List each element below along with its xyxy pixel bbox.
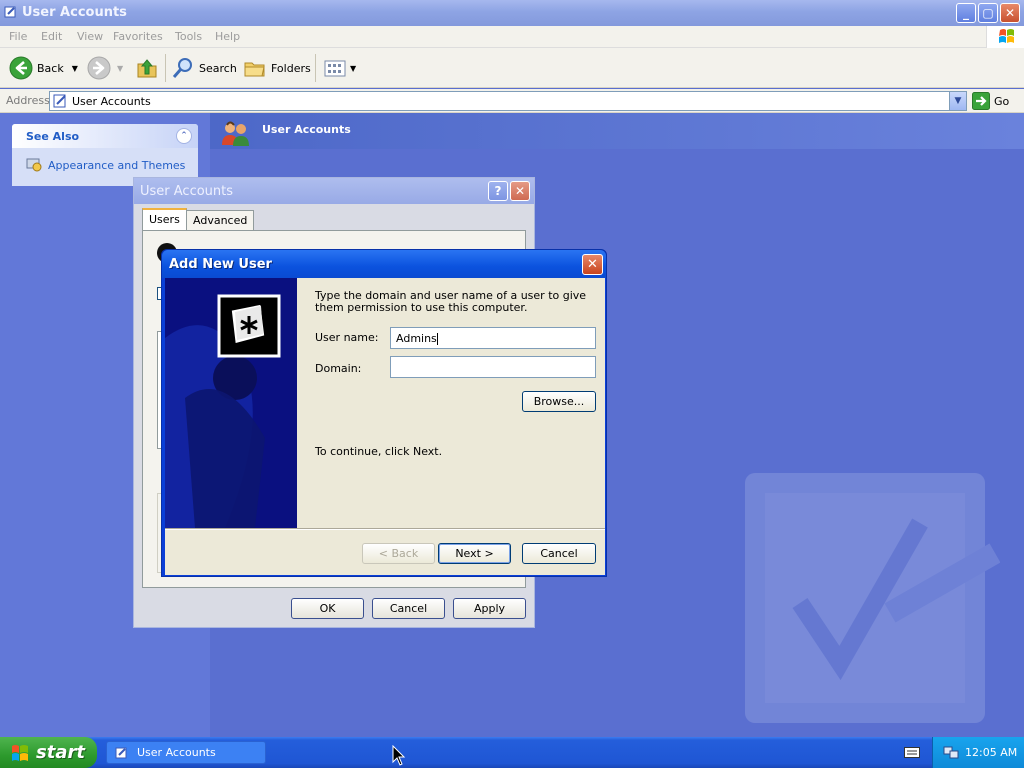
next-button[interactable]: Next > xyxy=(438,543,511,564)
windows-logo-icon xyxy=(986,26,1024,48)
search-button[interactable]: Search xyxy=(171,56,237,80)
back-button[interactable]: Back ▼ xyxy=(9,56,78,80)
wizard-banner-image xyxy=(165,278,297,528)
folders-icon xyxy=(244,62,265,77)
clock: 12:05 AM xyxy=(965,746,1018,759)
collapse-chevron-icon[interactable]: ⌃ xyxy=(176,128,192,144)
menu-bar: File Edit View Favorites Tools Help xyxy=(0,26,1024,48)
go-arrow-icon xyxy=(972,92,990,110)
users-icon xyxy=(222,121,249,146)
user-name-input[interactable]: Admins xyxy=(390,327,596,349)
address-value: User Accounts xyxy=(72,95,151,108)
tab-users[interactable]: Users xyxy=(142,208,187,230)
appearance-themes-icon xyxy=(26,158,42,172)
ok-button[interactable]: OK xyxy=(291,598,364,619)
views-dropdown-icon: ▼ xyxy=(350,63,357,73)
search-icon xyxy=(172,58,192,78)
menu-favorites[interactable]: Favorites xyxy=(113,30,163,43)
menu-file[interactable]: File xyxy=(9,30,27,43)
add-new-user-titlebar[interactable]: Add New User ✕ xyxy=(162,250,606,278)
user-accounts-icon xyxy=(115,747,127,758)
domain-input[interactable] xyxy=(390,356,596,378)
window-title: User Accounts xyxy=(22,5,127,20)
user-accounts-dialog-title: User Accounts xyxy=(140,184,234,199)
cancel-button[interactable]: Cancel xyxy=(372,598,445,619)
user-accounts-icon xyxy=(4,6,16,18)
address-bar: Address User Accounts ▼ Go xyxy=(0,89,1024,113)
start-label: start xyxy=(36,742,85,763)
folders-label: Folders xyxy=(271,61,311,75)
back-arrow-icon xyxy=(9,56,33,80)
user-accounts-watermark-icon xyxy=(745,473,1000,723)
domain-label: Domain: xyxy=(315,362,362,375)
toolbar: Back ▼ ▼ Search Folders ▼ xyxy=(0,48,1024,88)
user-accounts-close-button[interactable]: ✕ xyxy=(510,181,530,201)
forward-arrow-icon xyxy=(87,56,111,80)
user-name-label: User name: xyxy=(315,331,379,344)
forward-dropdown-icon[interactable]: ▼ xyxy=(117,64,123,73)
keyboard-icon[interactable] xyxy=(904,746,920,759)
start-button[interactable]: start xyxy=(0,737,97,768)
text-caret xyxy=(436,333,438,345)
add-new-user-close-button[interactable]: ✕ xyxy=(582,254,603,275)
cancel-button[interactable]: Cancel xyxy=(522,543,596,564)
views-icon xyxy=(324,60,346,77)
mouse-cursor-icon xyxy=(392,745,406,766)
menu-tools[interactable]: Tools xyxy=(175,30,202,43)
add-new-user-title: Add New User xyxy=(169,257,272,272)
continue-text: To continue, click Next. xyxy=(315,445,443,458)
see-also-header[interactable]: See Also ⌃ xyxy=(12,124,198,148)
add-new-user-body: Type the domain and user name of a user … xyxy=(165,278,605,575)
browse-button[interactable]: Browse... xyxy=(522,391,596,412)
user-accounts-icon xyxy=(53,94,66,108)
footer-divider xyxy=(165,528,605,530)
taskbar: start User Accounts 12:05 AM xyxy=(0,737,1024,768)
appearance-themes-link[interactable]: Appearance and Themes xyxy=(48,159,185,172)
see-also-title: See Also xyxy=(26,130,80,143)
up-folder-icon xyxy=(137,59,157,78)
add-new-user-dialog: Add New User ✕ Type the domain and user … xyxy=(161,249,607,577)
help-button[interactable]: ? xyxy=(488,181,508,201)
menu-help[interactable]: Help xyxy=(215,30,240,43)
page-title: User Accounts xyxy=(262,123,351,136)
network-icon[interactable] xyxy=(943,744,959,760)
toolbar-separator xyxy=(165,54,166,82)
user-accounts-dialog-titlebar[interactable]: User Accounts ? ✕ xyxy=(134,178,534,204)
folders-button[interactable]: Folders xyxy=(243,56,311,80)
maximize-button[interactable]: ▢ xyxy=(978,3,998,23)
menu-edit[interactable]: Edit xyxy=(41,30,62,43)
system-tray: 12:05 AM xyxy=(932,737,1024,768)
back-label: Back xyxy=(37,61,64,75)
window-titlebar: User Accounts _ ▢ ✕ xyxy=(0,0,1024,26)
close-button[interactable]: ✕ xyxy=(1000,3,1020,23)
taskbar-item-label: User Accounts xyxy=(137,746,216,759)
go-button[interactable]: Go xyxy=(972,92,1009,110)
back-button[interactable]: < Back xyxy=(362,543,435,564)
forward-button[interactable]: ▼ xyxy=(87,56,123,80)
windows-flag-icon xyxy=(12,744,28,761)
address-dropdown-icon[interactable]: ▼ xyxy=(949,92,966,110)
address-input[interactable]: User Accounts ▼ xyxy=(49,91,967,111)
instructions-text: Type the domain and user name of a user … xyxy=(315,289,587,314)
tab-advanced[interactable]: Advanced xyxy=(186,210,255,230)
user-name-value: Admins xyxy=(396,332,437,345)
taskbar-item-user-accounts[interactable]: User Accounts xyxy=(106,741,266,764)
page-header: User Accounts xyxy=(210,113,1024,149)
apply-button[interactable]: Apply xyxy=(453,598,526,619)
up-folder-button[interactable] xyxy=(135,56,159,80)
menu-view[interactable]: View xyxy=(77,30,103,43)
back-dropdown-icon[interactable]: ▼ xyxy=(72,64,78,73)
minimize-button[interactable]: _ xyxy=(956,3,976,23)
toolbar-separator xyxy=(315,54,316,82)
go-label: Go xyxy=(994,94,1010,108)
address-label: Address xyxy=(6,94,50,107)
views-button[interactable]: ▼ xyxy=(323,56,356,80)
search-label: Search xyxy=(199,61,237,75)
